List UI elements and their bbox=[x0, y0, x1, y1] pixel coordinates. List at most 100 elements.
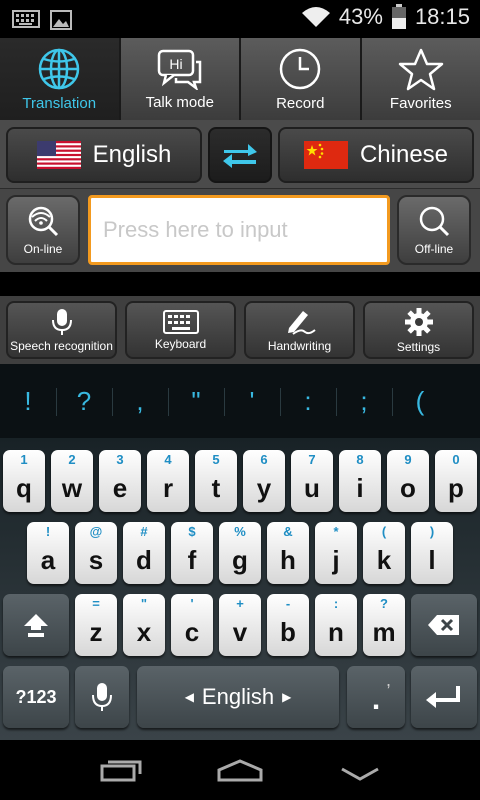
suggestion-item[interactable]: " bbox=[168, 386, 224, 417]
handwriting-button[interactable]: Handwriting bbox=[244, 301, 355, 359]
tab-record[interactable]: Record bbox=[241, 38, 362, 120]
target-language-label: Chinese bbox=[359, 141, 449, 168]
key-hint: " bbox=[140, 596, 148, 611]
key-hint: 5 bbox=[212, 452, 220, 467]
key-char: e bbox=[112, 472, 128, 503]
tab-talk-mode[interactable]: Hi Talk mode bbox=[120, 38, 241, 120]
battery-percent: 43% bbox=[338, 4, 383, 29]
input-method-toolbar: Speech recognition Keyboard Handwriting bbox=[0, 296, 480, 364]
space-key[interactable]: ◀ English ▶ bbox=[137, 666, 339, 728]
key-h[interactable]: & h bbox=[267, 522, 309, 584]
enter-key[interactable] bbox=[411, 666, 477, 728]
key-char: x bbox=[136, 616, 152, 647]
key-char: d bbox=[136, 544, 152, 575]
suggestion-item[interactable]: ? bbox=[56, 386, 112, 417]
speech-recognition-button[interactable]: Speech recognition bbox=[6, 301, 117, 359]
key-n[interactable]: :n bbox=[315, 594, 357, 656]
space-language-label: English bbox=[201, 684, 275, 709]
suggestion-item[interactable]: ! bbox=[0, 386, 56, 417]
key-w[interactable]: 2w bbox=[51, 450, 93, 512]
target-language-button[interactable]: Chinese bbox=[278, 127, 474, 183]
clock: 18:15 bbox=[414, 4, 470, 29]
key-q[interactable]: 1q bbox=[3, 450, 45, 512]
home-icon[interactable] bbox=[216, 758, 264, 782]
suggestion-item[interactable]: ( bbox=[392, 386, 448, 417]
shift-arrow-icon bbox=[24, 614, 48, 637]
key-char: p bbox=[448, 472, 464, 503]
status-bar: 43% 18:15 bbox=[0, 0, 480, 38]
key-hint: 0 bbox=[452, 452, 460, 467]
microphone-icon bbox=[92, 683, 112, 711]
enter-icon bbox=[426, 686, 460, 708]
battery-icon bbox=[391, 4, 406, 29]
key-char: b bbox=[280, 616, 296, 647]
key-p[interactable]: 0p bbox=[435, 450, 477, 512]
key-e[interactable]: 3e bbox=[99, 450, 141, 512]
key-char: c bbox=[184, 616, 200, 647]
tab-label: Translation bbox=[22, 94, 97, 112]
key-a[interactable]: ! a bbox=[27, 522, 69, 584]
key-hint: ' bbox=[190, 596, 194, 611]
star-icon bbox=[398, 48, 443, 90]
settings-button[interactable]: Settings bbox=[363, 301, 474, 359]
keyboard-button[interactable]: Keyboard bbox=[125, 301, 236, 359]
key-f[interactable]: $ f bbox=[171, 522, 213, 584]
translation-input[interactable] bbox=[88, 195, 390, 265]
key-v[interactable]: + v bbox=[219, 594, 261, 656]
key-y[interactable]: 6y bbox=[243, 450, 285, 512]
clock-icon bbox=[280, 48, 321, 89]
speech-bubble-icon: Hi bbox=[157, 49, 201, 90]
backspace-icon bbox=[428, 615, 459, 635]
pen-icon bbox=[287, 310, 316, 335]
tab-favorites[interactable]: Favorites bbox=[361, 38, 480, 120]
key-d[interactable]: # d bbox=[123, 522, 165, 584]
key-hint: 3 bbox=[116, 452, 124, 467]
key-x[interactable]: " x bbox=[123, 594, 165, 656]
shift-key[interactable] bbox=[3, 594, 69, 656]
key-t[interactable]: 5t bbox=[195, 450, 237, 512]
key-i[interactable]: 8i bbox=[339, 450, 381, 512]
source-language-button[interactable]: English bbox=[6, 127, 202, 183]
offline-search-button[interactable]: Off-line bbox=[397, 195, 471, 265]
left-arrow-icon: ◀ bbox=[184, 690, 194, 704]
key-l[interactable]: ) l bbox=[411, 522, 453, 584]
key-s[interactable]: @ s bbox=[75, 522, 117, 584]
swap-arrows-icon bbox=[223, 144, 257, 168]
key-hint: + bbox=[236, 596, 244, 611]
suggestion-item[interactable]: : bbox=[280, 386, 336, 417]
key-b[interactable]: -b bbox=[267, 594, 309, 656]
tab-translation[interactable]: Translation bbox=[0, 38, 121, 120]
offline-label: Off-line bbox=[414, 242, 454, 256]
period-key[interactable]: , . bbox=[347, 666, 405, 728]
backspace-key[interactable] bbox=[411, 594, 477, 656]
key-row-4: ?123 ◀ English ▶ , . bbox=[0, 666, 480, 736]
image-notification-icon bbox=[50, 10, 72, 30]
tool-label: Speech recognition bbox=[10, 338, 113, 353]
key-c[interactable]: ' c bbox=[171, 594, 213, 656]
key-hint: $ bbox=[188, 524, 196, 539]
wifi-icon bbox=[301, 7, 330, 27]
key-o[interactable]: 9o bbox=[387, 450, 429, 512]
suggestion-item[interactable]: ; bbox=[336, 386, 392, 417]
key-j[interactable]: * j bbox=[315, 522, 357, 584]
online-search-button[interactable]: On-line bbox=[6, 195, 80, 265]
key-r[interactable]: 4r bbox=[147, 450, 189, 512]
key-z[interactable]: = z bbox=[75, 594, 117, 656]
key-char: a bbox=[40, 544, 56, 575]
key-g[interactable]: % g bbox=[219, 522, 261, 584]
chevron-down-icon[interactable] bbox=[340, 766, 380, 782]
key-m[interactable]: ? m bbox=[363, 594, 405, 656]
key-u[interactable]: 7u bbox=[291, 450, 333, 512]
suggestion-item[interactable]: , bbox=[112, 386, 168, 417]
symbols-key[interactable]: ?123 bbox=[3, 666, 69, 728]
swap-languages-button[interactable] bbox=[208, 127, 272, 183]
voice-input-key[interactable] bbox=[75, 666, 129, 728]
key-k[interactable]: (k bbox=[363, 522, 405, 584]
key-hint: & bbox=[283, 524, 293, 539]
recent-apps-icon[interactable] bbox=[100, 758, 144, 782]
key-hint: = bbox=[92, 596, 100, 611]
key-hint: 1 bbox=[20, 452, 28, 467]
navigation-bar bbox=[0, 740, 480, 800]
online-label: On-line bbox=[23, 242, 63, 256]
suggestion-item[interactable]: ' bbox=[224, 386, 280, 417]
